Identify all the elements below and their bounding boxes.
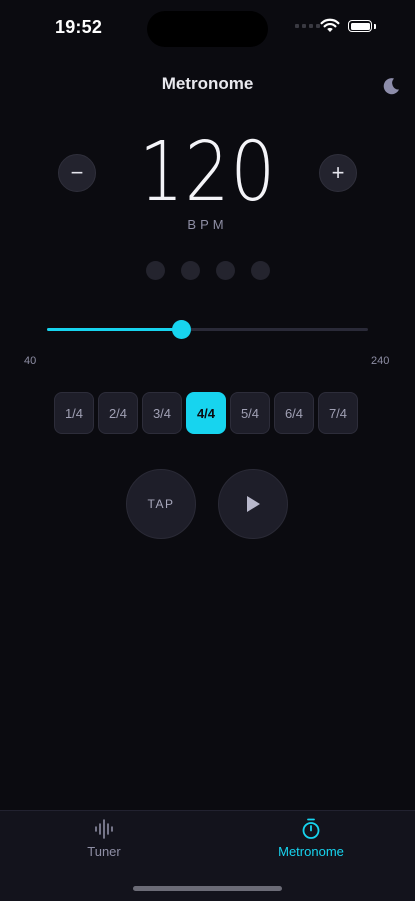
battery-icon: [348, 20, 372, 32]
beat-dot: [251, 261, 270, 280]
play-icon: [247, 496, 260, 512]
slider-max-label: 240: [371, 355, 390, 367]
slider-min-label: 40: [24, 355, 37, 367]
tap-tempo-button[interactable]: TAP: [126, 469, 196, 539]
tempo-slider-fill: [47, 328, 182, 331]
dynamic-island: [147, 11, 268, 47]
moon-icon[interactable]: [380, 75, 402, 97]
beat-indicators: [146, 261, 270, 280]
time-signature-option[interactable]: 1/4: [54, 392, 94, 434]
beat-dot: [181, 261, 200, 280]
home-indicator: [133, 886, 282, 891]
status-time: 19:52: [55, 17, 103, 37]
page-title: Metronome: [161, 74, 254, 93]
tempo-slider-thumb[interactable]: [171, 320, 191, 339]
battery-tip: [374, 23, 376, 29]
plus-icon: +: [331, 160, 345, 185]
beat-dot: [146, 261, 165, 280]
time-signature-option[interactable]: 6/4: [274, 392, 314, 434]
waveform-icon: [95, 819, 113, 839]
stopwatch-icon: [302, 818, 320, 839]
cellular-signal-icon: [295, 24, 320, 28]
play-button[interactable]: [218, 469, 288, 539]
time-signature-option[interactable]: 5/4: [230, 392, 270, 434]
increase-bpm-button[interactable]: +: [319, 154, 357, 192]
beat-dot: [216, 261, 235, 280]
tab-tuner-label: Tuner: [87, 844, 121, 859]
tap-label: TAP: [147, 497, 175, 511]
wifi-icon: [320, 18, 340, 32]
time-signature-selector: 1/4 2/4 3/4 4/4 5/4 6/4 7/4: [54, 392, 358, 434]
tab-metronome-label: Metronome: [278, 844, 344, 859]
tab-metronome[interactable]: Metronome: [262, 818, 360, 859]
time-signature-option[interactable]: 3/4: [142, 392, 182, 434]
time-signature-option-selected[interactable]: 4/4: [186, 392, 226, 434]
tab-tuner[interactable]: Tuner: [75, 818, 133, 859]
time-signature-option[interactable]: 2/4: [98, 392, 138, 434]
bpm-unit-label: BPM: [187, 217, 228, 232]
time-signature-option[interactable]: 7/4: [318, 392, 358, 434]
